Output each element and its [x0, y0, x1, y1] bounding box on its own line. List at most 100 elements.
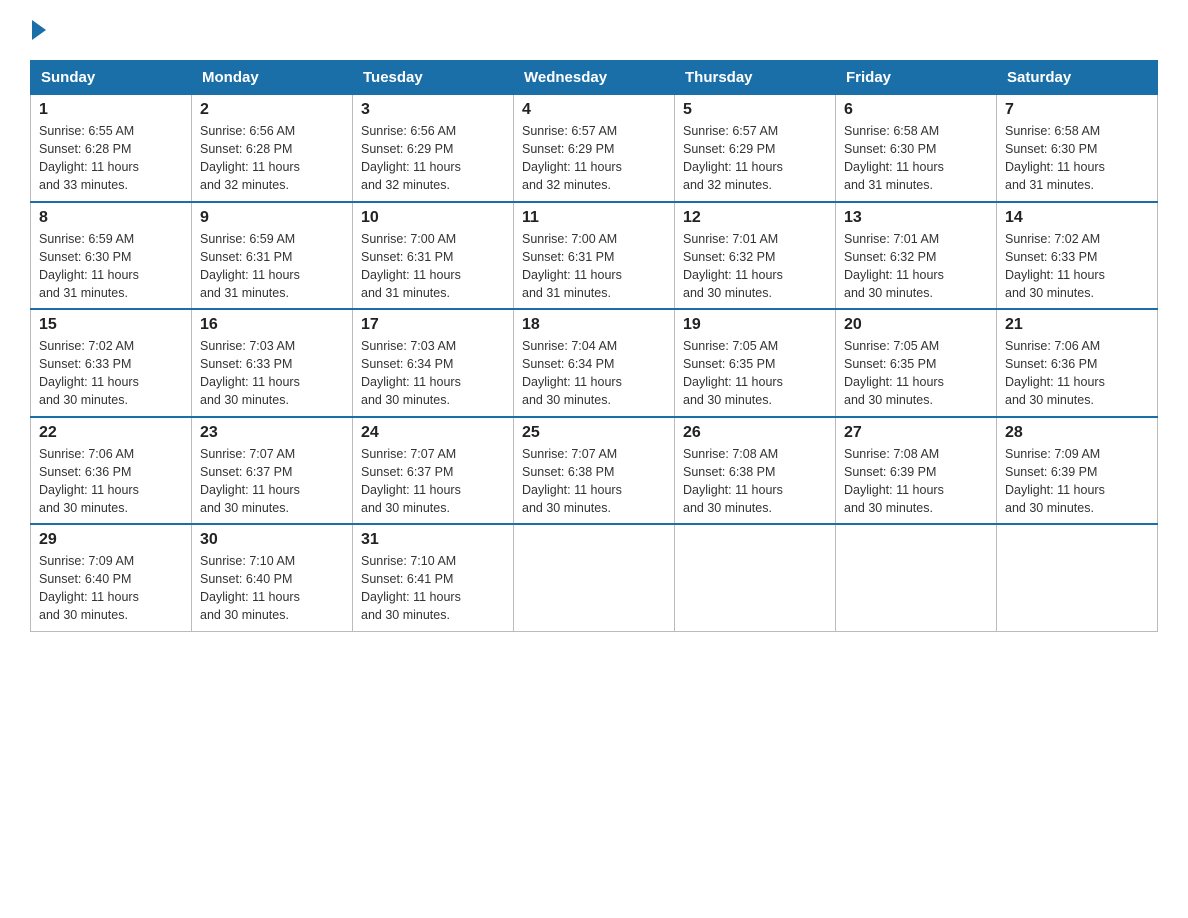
day-number: 28 — [1005, 424, 1149, 442]
calendar-cell: 21 Sunrise: 7:06 AM Sunset: 6:36 PM Dayl… — [997, 309, 1158, 417]
calendar-cell: 11 Sunrise: 7:00 AM Sunset: 6:31 PM Dayl… — [514, 202, 675, 310]
calendar-week-4: 22 Sunrise: 7:06 AM Sunset: 6:36 PM Dayl… — [31, 417, 1158, 525]
calendar-cell: 31 Sunrise: 7:10 AM Sunset: 6:41 PM Dayl… — [353, 524, 514, 631]
calendar-cell: 19 Sunrise: 7:05 AM Sunset: 6:35 PM Dayl… — [675, 309, 836, 417]
calendar-cell: 29 Sunrise: 7:09 AM Sunset: 6:40 PM Dayl… — [31, 524, 192, 631]
day-number: 19 — [683, 316, 827, 334]
calendar-cell: 1 Sunrise: 6:55 AM Sunset: 6:28 PM Dayli… — [31, 95, 192, 202]
day-info: Sunrise: 6:58 AM Sunset: 6:30 PM Dayligh… — [1005, 122, 1149, 195]
calendar-cell: 9 Sunrise: 6:59 AM Sunset: 6:31 PM Dayli… — [192, 202, 353, 310]
day-header-friday: Friday — [836, 61, 997, 95]
day-info: Sunrise: 6:58 AM Sunset: 6:30 PM Dayligh… — [844, 122, 988, 195]
day-number: 4 — [522, 101, 666, 119]
calendar-table: SundayMondayTuesdayWednesdayThursdayFrid… — [30, 60, 1158, 632]
day-info: Sunrise: 7:03 AM Sunset: 6:34 PM Dayligh… — [361, 337, 505, 410]
day-header-tuesday: Tuesday — [353, 61, 514, 95]
day-info: Sunrise: 7:07 AM Sunset: 6:37 PM Dayligh… — [361, 445, 505, 518]
day-info: Sunrise: 7:07 AM Sunset: 6:37 PM Dayligh… — [200, 445, 344, 518]
day-info: Sunrise: 6:57 AM Sunset: 6:29 PM Dayligh… — [683, 122, 827, 195]
day-info: Sunrise: 6:56 AM Sunset: 6:28 PM Dayligh… — [200, 122, 344, 195]
calendar-cell — [836, 524, 997, 631]
calendar-cell: 25 Sunrise: 7:07 AM Sunset: 6:38 PM Dayl… — [514, 417, 675, 525]
day-info: Sunrise: 7:08 AM Sunset: 6:38 PM Dayligh… — [683, 445, 827, 518]
calendar-cell: 10 Sunrise: 7:00 AM Sunset: 6:31 PM Dayl… — [353, 202, 514, 310]
calendar-cell — [997, 524, 1158, 631]
day-info: Sunrise: 7:05 AM Sunset: 6:35 PM Dayligh… — [844, 337, 988, 410]
day-number: 30 — [200, 531, 344, 549]
calendar-cell: 3 Sunrise: 6:56 AM Sunset: 6:29 PM Dayli… — [353, 95, 514, 202]
calendar-cell: 8 Sunrise: 6:59 AM Sunset: 6:30 PM Dayli… — [31, 202, 192, 310]
calendar-cell: 16 Sunrise: 7:03 AM Sunset: 6:33 PM Dayl… — [192, 309, 353, 417]
day-number: 1 — [39, 101, 183, 119]
day-number: 12 — [683, 209, 827, 227]
day-number: 18 — [522, 316, 666, 334]
day-number: 27 — [844, 424, 988, 442]
day-number: 21 — [1005, 316, 1149, 334]
day-number: 26 — [683, 424, 827, 442]
day-info: Sunrise: 6:59 AM Sunset: 6:31 PM Dayligh… — [200, 230, 344, 303]
calendar-cell: 2 Sunrise: 6:56 AM Sunset: 6:28 PM Dayli… — [192, 95, 353, 202]
day-header-sunday: Sunday — [31, 61, 192, 95]
day-number: 10 — [361, 209, 505, 227]
day-number: 15 — [39, 316, 183, 334]
day-number: 5 — [683, 101, 827, 119]
day-header-monday: Monday — [192, 61, 353, 95]
day-number: 2 — [200, 101, 344, 119]
calendar-cell — [514, 524, 675, 631]
calendar-cell: 27 Sunrise: 7:08 AM Sunset: 6:39 PM Dayl… — [836, 417, 997, 525]
day-info: Sunrise: 7:09 AM Sunset: 6:40 PM Dayligh… — [39, 552, 183, 625]
calendar-cell: 28 Sunrise: 7:09 AM Sunset: 6:39 PM Dayl… — [997, 417, 1158, 525]
day-number: 9 — [200, 209, 344, 227]
calendar-cell: 22 Sunrise: 7:06 AM Sunset: 6:36 PM Dayl… — [31, 417, 192, 525]
day-number: 7 — [1005, 101, 1149, 119]
day-header-saturday: Saturday — [997, 61, 1158, 95]
calendar-cell: 30 Sunrise: 7:10 AM Sunset: 6:40 PM Dayl… — [192, 524, 353, 631]
calendar-week-1: 1 Sunrise: 6:55 AM Sunset: 6:28 PM Dayli… — [31, 95, 1158, 202]
calendar-cell: 7 Sunrise: 6:58 AM Sunset: 6:30 PM Dayli… — [997, 95, 1158, 202]
logo — [30, 20, 48, 40]
calendar-week-3: 15 Sunrise: 7:02 AM Sunset: 6:33 PM Dayl… — [31, 309, 1158, 417]
day-info: Sunrise: 7:06 AM Sunset: 6:36 PM Dayligh… — [1005, 337, 1149, 410]
day-info: Sunrise: 7:08 AM Sunset: 6:39 PM Dayligh… — [844, 445, 988, 518]
day-info: Sunrise: 7:00 AM Sunset: 6:31 PM Dayligh… — [522, 230, 666, 303]
calendar-cell: 13 Sunrise: 7:01 AM Sunset: 6:32 PM Dayl… — [836, 202, 997, 310]
calendar-cell: 4 Sunrise: 6:57 AM Sunset: 6:29 PM Dayli… — [514, 95, 675, 202]
day-number: 23 — [200, 424, 344, 442]
calendar-cell: 20 Sunrise: 7:05 AM Sunset: 6:35 PM Dayl… — [836, 309, 997, 417]
day-info: Sunrise: 7:05 AM Sunset: 6:35 PM Dayligh… — [683, 337, 827, 410]
calendar-cell: 6 Sunrise: 6:58 AM Sunset: 6:30 PM Dayli… — [836, 95, 997, 202]
calendar-cell: 26 Sunrise: 7:08 AM Sunset: 6:38 PM Dayl… — [675, 417, 836, 525]
day-number: 24 — [361, 424, 505, 442]
calendar-cell: 24 Sunrise: 7:07 AM Sunset: 6:37 PM Dayl… — [353, 417, 514, 525]
day-info: Sunrise: 7:02 AM Sunset: 6:33 PM Dayligh… — [39, 337, 183, 410]
day-info: Sunrise: 7:09 AM Sunset: 6:39 PM Dayligh… — [1005, 445, 1149, 518]
day-number: 16 — [200, 316, 344, 334]
day-info: Sunrise: 7:04 AM Sunset: 6:34 PM Dayligh… — [522, 337, 666, 410]
day-info: Sunrise: 7:02 AM Sunset: 6:33 PM Dayligh… — [1005, 230, 1149, 303]
day-info: Sunrise: 7:01 AM Sunset: 6:32 PM Dayligh… — [683, 230, 827, 303]
day-info: Sunrise: 7:10 AM Sunset: 6:40 PM Dayligh… — [200, 552, 344, 625]
day-number: 17 — [361, 316, 505, 334]
day-header-thursday: Thursday — [675, 61, 836, 95]
calendar-cell: 23 Sunrise: 7:07 AM Sunset: 6:37 PM Dayl… — [192, 417, 353, 525]
day-info: Sunrise: 7:03 AM Sunset: 6:33 PM Dayligh… — [200, 337, 344, 410]
calendar-cell: 18 Sunrise: 7:04 AM Sunset: 6:34 PM Dayl… — [514, 309, 675, 417]
day-info: Sunrise: 6:59 AM Sunset: 6:30 PM Dayligh… — [39, 230, 183, 303]
calendar-header-row: SundayMondayTuesdayWednesdayThursdayFrid… — [31, 61, 1158, 95]
logo-arrow-icon — [32, 20, 46, 40]
calendar-cell: 5 Sunrise: 6:57 AM Sunset: 6:29 PM Dayli… — [675, 95, 836, 202]
day-number: 14 — [1005, 209, 1149, 227]
day-number: 29 — [39, 531, 183, 549]
day-info: Sunrise: 7:06 AM Sunset: 6:36 PM Dayligh… — [39, 445, 183, 518]
calendar-week-5: 29 Sunrise: 7:09 AM Sunset: 6:40 PM Dayl… — [31, 524, 1158, 631]
day-number: 13 — [844, 209, 988, 227]
day-number: 25 — [522, 424, 666, 442]
calendar-cell — [675, 524, 836, 631]
calendar-week-2: 8 Sunrise: 6:59 AM Sunset: 6:30 PM Dayli… — [31, 202, 1158, 310]
day-info: Sunrise: 7:10 AM Sunset: 6:41 PM Dayligh… — [361, 552, 505, 625]
day-info: Sunrise: 7:07 AM Sunset: 6:38 PM Dayligh… — [522, 445, 666, 518]
day-number: 31 — [361, 531, 505, 549]
calendar-cell: 14 Sunrise: 7:02 AM Sunset: 6:33 PM Dayl… — [997, 202, 1158, 310]
day-number: 20 — [844, 316, 988, 334]
day-number: 8 — [39, 209, 183, 227]
